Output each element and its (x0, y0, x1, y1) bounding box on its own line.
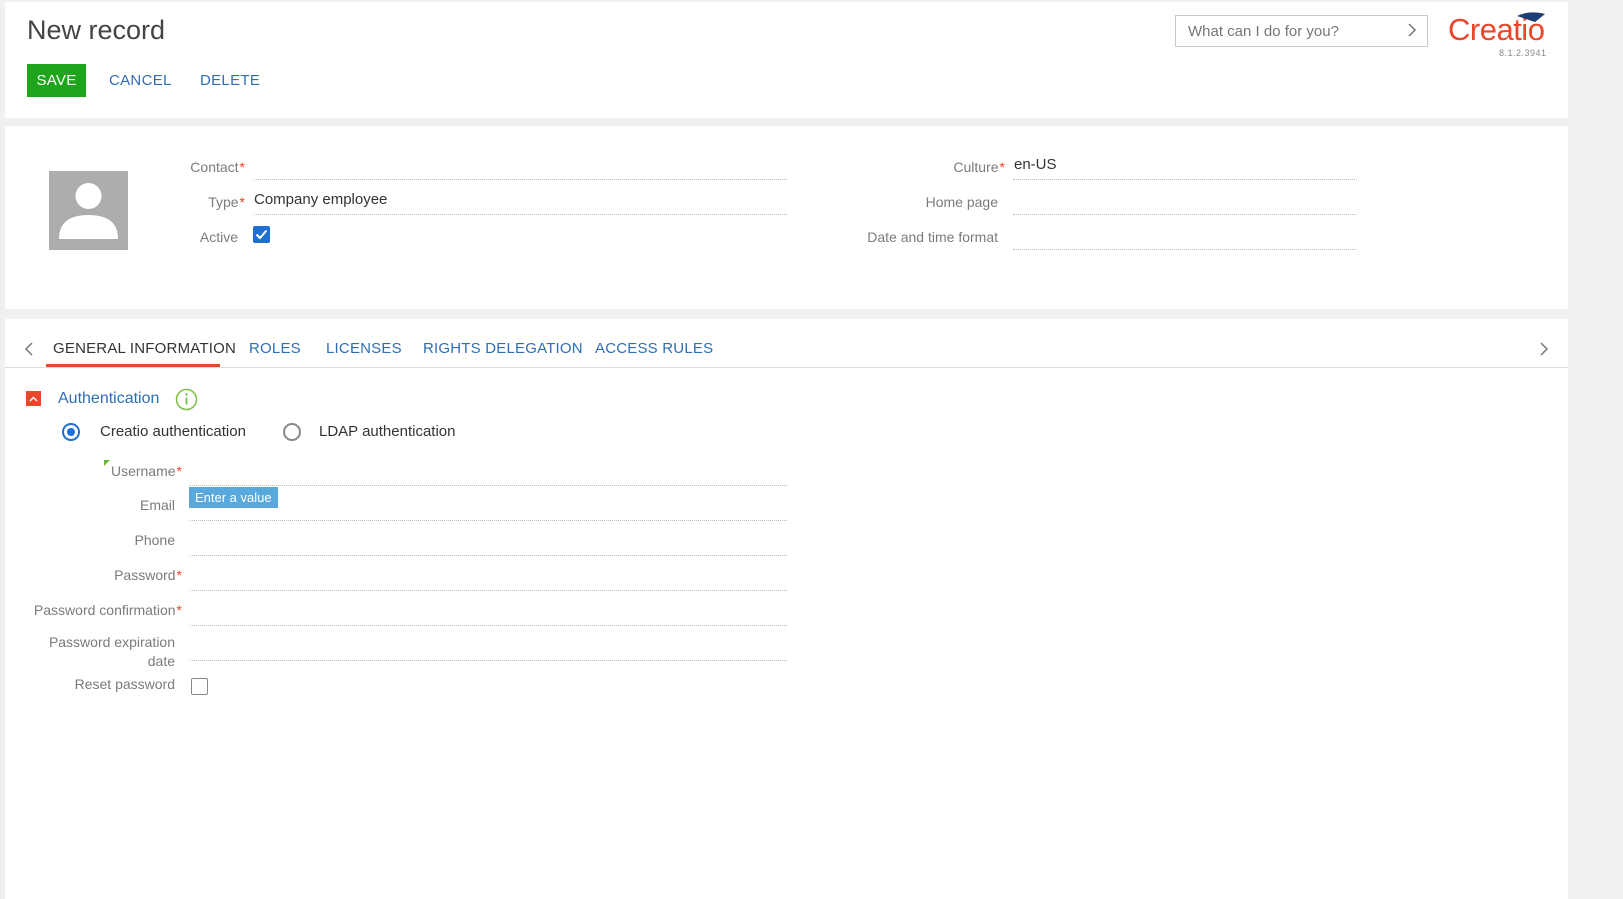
type-underline (254, 213, 787, 215)
command-search-box[interactable] (1175, 15, 1428, 47)
header-panel: New record SAVE CANCEL DELETE Creatio 8.… (5, 2, 1568, 118)
save-button[interactable]: SAVE (27, 64, 86, 97)
username-label: Username* (110, 463, 182, 479)
culture-underline (1013, 178, 1357, 180)
password-confirmation-underline (190, 624, 787, 626)
tab-access-rules[interactable]: ACCESS RULES (595, 340, 713, 357)
reset-password-checkbox[interactable] (191, 678, 208, 695)
culture-label: Culture* (953, 159, 1005, 175)
person-icon (59, 183, 118, 239)
profile-panel: Contact* Type* Company employee Active C… (5, 126, 1568, 309)
page-title: New record (27, 15, 166, 45)
creatio-auth-radio[interactable] (62, 423, 80, 441)
datetime-format-underline (1013, 248, 1357, 250)
username-underline (190, 484, 787, 486)
ldap-auth-label[interactable]: LDAP authentication (319, 423, 456, 440)
password-label: Password* (114, 567, 182, 583)
password-expiration-label: Password expiration date (48, 634, 175, 669)
contact-underline (254, 178, 787, 180)
type-label: Type* (208, 194, 245, 210)
homepage-underline (1013, 213, 1357, 215)
password-expiration-field[interactable] (190, 635, 785, 655)
homepage-field[interactable] (1014, 191, 1354, 211)
username-field[interactable] (190, 460, 785, 480)
datetime-format-field[interactable] (1014, 226, 1354, 246)
info-icon[interactable] (175, 388, 198, 416)
tab-general-information[interactable]: GENERAL INFORMATION (53, 340, 236, 357)
phone-underline (190, 554, 787, 556)
delete-button[interactable]: DELETE (200, 64, 260, 97)
culture-field[interactable]: en-US (1014, 156, 1057, 173)
password-confirmation-field[interactable] (190, 600, 785, 620)
version-label: 8.1.2.3941 (1499, 48, 1547, 58)
email-label: Email (139, 497, 175, 513)
tab-licenses[interactable]: LICENSES (326, 340, 402, 357)
password-confirmation-label: Password confirmation* (33, 602, 182, 618)
chevron-right-icon[interactable] (1407, 21, 1417, 44)
type-field[interactable]: Company employee (254, 191, 387, 208)
email-field[interactable] (190, 495, 785, 515)
contact-field[interactable] (254, 156, 784, 176)
command-search-input[interactable] (1186, 21, 1400, 41)
datetime-format-label: Date and time format (867, 229, 998, 245)
cancel-button[interactable]: CANCEL (109, 64, 172, 97)
password-expiration-underline (190, 659, 787, 661)
phone-label: Phone (134, 532, 175, 548)
collapse-group-button[interactable] (26, 391, 41, 406)
active-checkbox[interactable] (253, 226, 270, 243)
contact-label: Contact* (190, 159, 245, 175)
logo-swoosh-icon (1515, 10, 1547, 29)
chevron-up-icon (29, 395, 38, 402)
tab-rights-delegation[interactable]: RIGHTS DELEGATION (423, 340, 583, 357)
tabs-panel: GENERAL INFORMATION ROLES LICENSES RIGHT… (5, 319, 1568, 899)
phone-field[interactable] (190, 530, 785, 550)
tabs-divider (5, 367, 1568, 368)
active-label: Active (199, 229, 238, 245)
password-field[interactable] (190, 565, 785, 585)
user-photo-placeholder[interactable] (49, 171, 128, 250)
tab-roles[interactable]: ROLES (249, 340, 301, 357)
tabs-scroll-right-icon[interactable] (1539, 341, 1549, 362)
password-underline (190, 589, 787, 591)
ldap-auth-radio[interactable] (283, 423, 301, 441)
homepage-label: Home page (925, 194, 998, 210)
tabs-scroll-left-icon[interactable] (24, 341, 34, 362)
checkmark-icon (255, 229, 268, 240)
creatio-auth-label[interactable]: Creatio authentication (100, 423, 246, 440)
authentication-group-title[interactable]: Authentication (58, 390, 159, 408)
email-underline (190, 519, 787, 521)
reset-password-label: Reset password (74, 676, 175, 692)
